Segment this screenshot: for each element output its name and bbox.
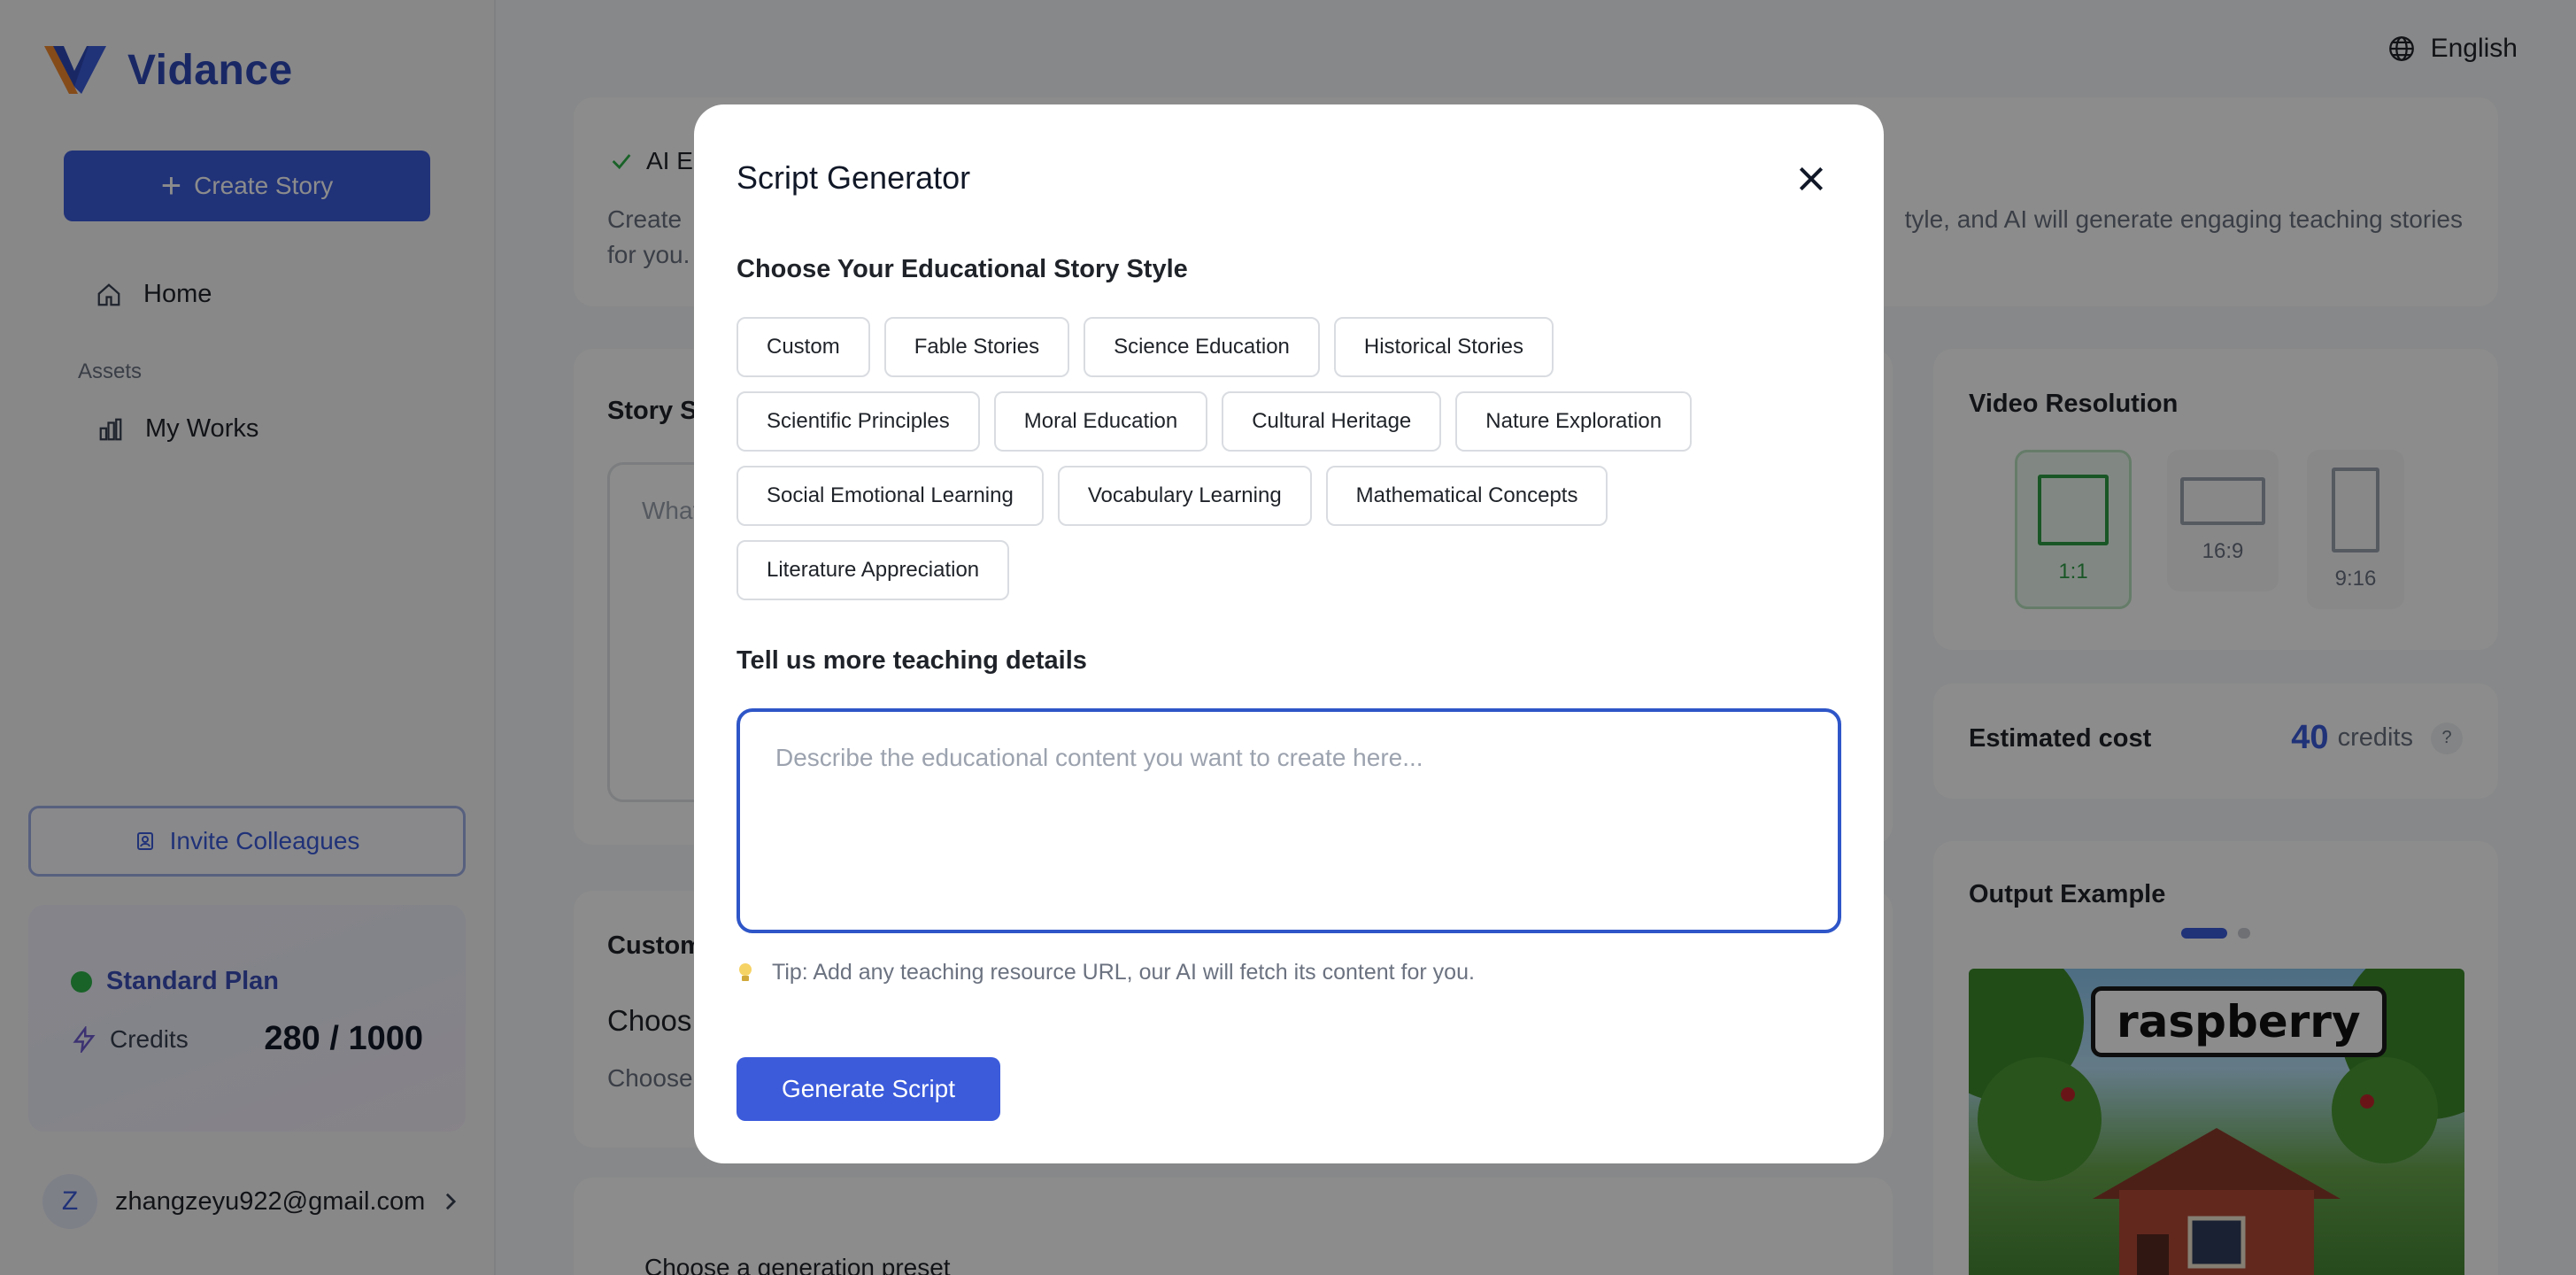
generate-script-button[interactable]: Generate Script [737,1057,1000,1121]
style-chip-mathematical-concepts[interactable]: Mathematical Concepts [1325,466,1608,526]
tip-text: Tip: Add any teaching resource URL, our … [772,960,1475,985]
chip-row: Literature Appreciation [737,540,1799,600]
style-chip-science-education[interactable]: Science Education [1084,317,1320,377]
style-chip-cultural-heritage[interactable]: Cultural Heritage [1222,391,1442,452]
style-section-label: Choose Your Educational Story Style [737,255,1188,283]
chip-row: Scientific Principles Moral Education Cu… [737,391,1799,452]
modal-title: Script Generator [737,159,971,196]
style-chip-fable-stories[interactable]: Fable Stories [883,317,1070,377]
style-chip-social-emotional-learning[interactable]: Social Emotional Learning [737,466,1044,526]
style-chip-moral-education[interactable]: Moral Education [993,391,1208,452]
style-chip-vocabulary-learning[interactable]: Vocabulary Learning [1057,466,1312,526]
close-icon[interactable] [1793,161,1829,197]
teaching-details-input[interactable] [737,708,1841,933]
style-chips: Custom Fable Stories Science Education H… [737,317,1799,614]
tip-row: Tip: Add any teaching resource URL, our … [737,960,1475,985]
script-generator-modal: Script Generator Choose Your Educational… [694,104,1884,1163]
chip-row: Custom Fable Stories Science Education H… [737,317,1799,377]
lightbulb-icon [739,962,752,981]
style-chip-historical-stories[interactable]: Historical Stories [1333,317,1554,377]
style-chip-literature-appreciation[interactable]: Literature Appreciation [737,540,1010,600]
style-chip-custom[interactable]: Custom [737,317,870,377]
style-chip-scientific-principles[interactable]: Scientific Principles [737,391,980,452]
style-chip-nature-exploration[interactable]: Nature Exploration [1455,391,1693,452]
chip-row: Social Emotional Learning Vocabulary Lea… [737,466,1799,526]
details-section-label: Tell us more teaching details [737,646,1087,675]
